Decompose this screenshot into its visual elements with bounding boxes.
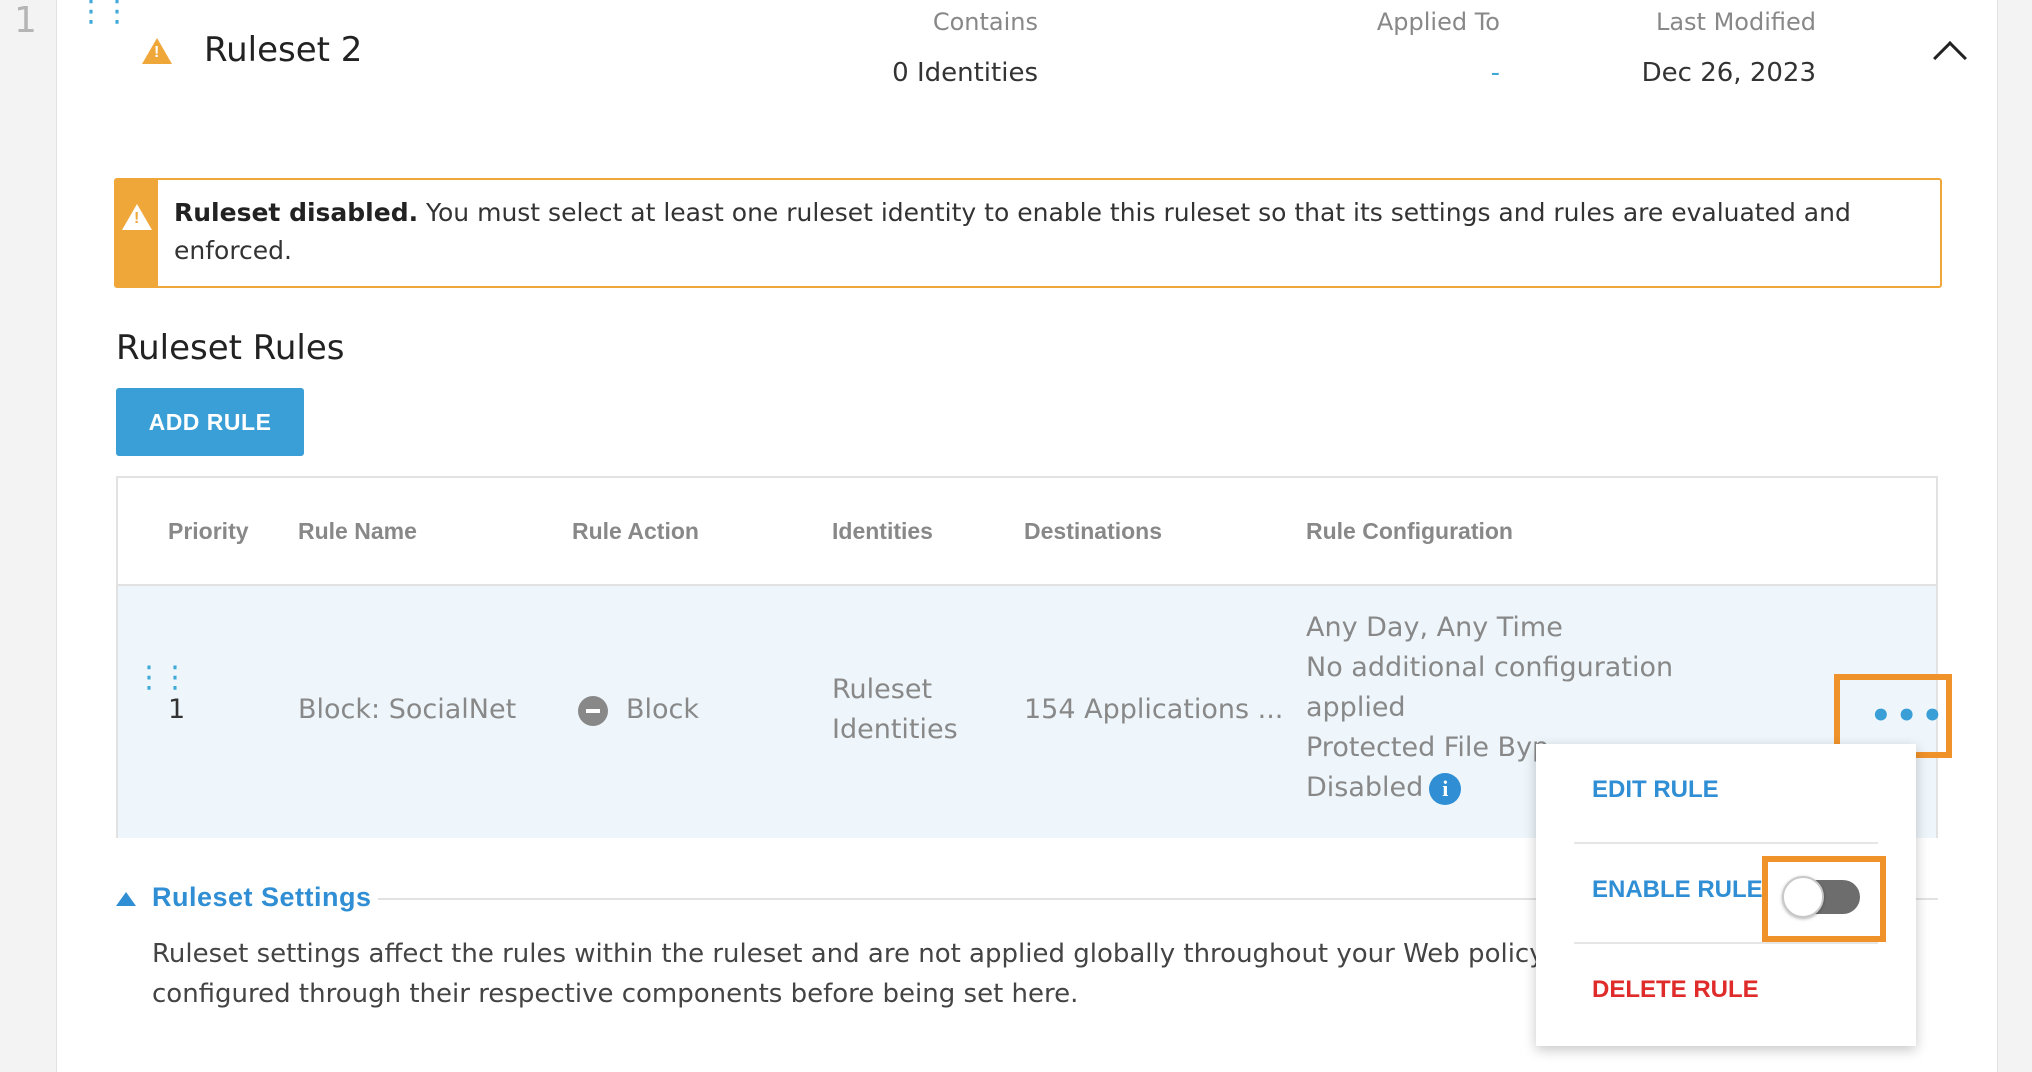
info-icon[interactable]: i [1429,772,1462,805]
applied-to-value[interactable]: - [1340,58,1500,88]
last-modified-value: Dec 26, 2023 [1641,58,1816,88]
add-rule-button[interactable]: ADD RULE [116,388,304,456]
row-drag-handle-icon[interactable]: ⋮⋮ [134,663,190,693]
enable-rule-label[interactable]: ENABLE RULE [1592,876,1763,904]
applied-to-column: Applied To - [1340,8,1500,88]
delete-rule-menu-item[interactable]: DELETE RULE [1536,944,1916,1042]
settings-desc-line-2: configured through their respective comp… [152,979,1079,1009]
settings-desc-line-1: Ruleset settings affect the rules within… [152,939,1600,969]
alert-text: Ruleset disabled. You must select at lea… [174,194,1914,270]
edit-rule-menu-item[interactable]: EDIT RULE [1536,744,1916,842]
ruleset-rules-title: Ruleset Rules [116,328,345,368]
expand-triangle-icon[interactable] [116,892,136,906]
config-line-3: applied [1306,692,1406,723]
ruleset-title: Ruleset 2 [204,30,363,70]
last-modified-column: Last Modified Dec 26, 2023 [1620,8,1816,88]
identities-line-2: Identities [832,714,958,745]
cell-identities: Ruleset Identities [832,670,958,750]
toggle-knob[interactable] [1782,876,1824,918]
settings-description: Ruleset settings affect the rules within… [152,934,1612,1014]
edit-rule-label[interactable]: EDIT RULE [1592,776,1719,804]
enable-rule-toggle[interactable] [1782,876,1860,918]
config-disabled: Disabled [1306,772,1424,803]
contains-column: Contains 0 Identities [860,8,1038,88]
cell-rule-name[interactable]: Block: SocialNet [298,690,516,730]
header-destinations[interactable]: Destinations [1024,518,1162,545]
drag-handle-icon[interactable]: ⋮⋮ [76,0,132,27]
config-line-2: No additional configuration [1306,652,1674,683]
cell-destinations[interactable]: 154 Applications ... [1024,690,1283,730]
identities-line-1: Ruleset [832,674,933,705]
applied-to-label: Applied To [1376,8,1500,36]
cell-rule-action: Block [626,694,700,725]
header-priority[interactable]: Priority [168,518,249,545]
config-line-1: Any Day, Any Time [1306,612,1563,643]
warning-icon [142,38,172,64]
delete-rule-label[interactable]: DELETE RULE [1592,976,1759,1004]
alert-message: You must select at least one ruleset ide… [174,198,1851,265]
contains-label: Contains [932,8,1038,36]
more-options-icon[interactable]: ••• [1870,696,1947,736]
block-icon [578,696,608,726]
last-modified-label: Last Modified [1655,8,1816,36]
header-rule-name[interactable]: Rule Name [298,518,417,545]
header-identities[interactable]: Identities [832,518,933,545]
alert-strong: Ruleset disabled. [174,198,419,227]
alert-warning-icon [122,204,152,230]
page: 1 ⋮⋮ Ruleset 2 Contains 0 Identities App… [0,0,2032,1072]
enable-toggle-highlight [1762,856,1886,942]
header-rule-configuration[interactable]: Rule Configuration [1306,518,1513,545]
header-rule-action[interactable]: Rule Action [572,518,699,545]
cell-priority: 1 [168,694,186,725]
row-index: 1 [14,0,37,41]
table-header-row: Priority Rule Name Rule Action Identitie… [118,478,1936,586]
alert-bar [116,180,158,286]
ruleset-disabled-alert: Ruleset disabled. You must select at lea… [114,178,1942,288]
ruleset-settings-title[interactable]: Ruleset Settings [152,882,372,913]
contains-value: 0 Identities [892,58,1038,88]
